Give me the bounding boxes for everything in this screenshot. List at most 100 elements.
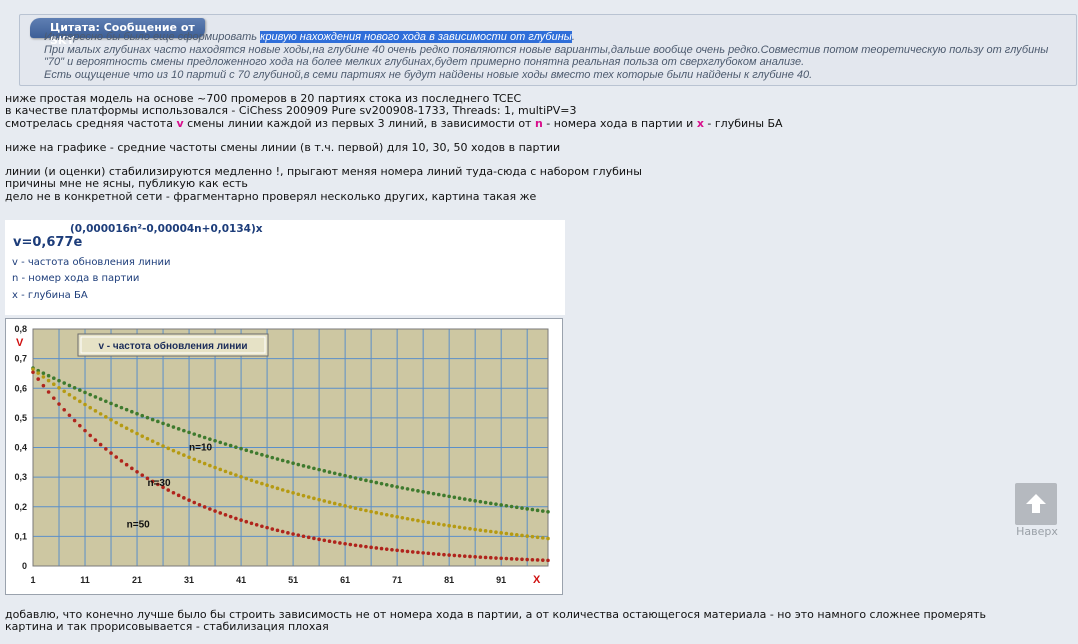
series-n=50-point	[457, 553, 462, 558]
series-n=10-point	[426, 490, 431, 495]
series-n=10-point	[317, 467, 321, 472]
series-n=50-point	[332, 540, 337, 544]
series-n=50-point	[197, 502, 202, 507]
series-n=10-point	[280, 458, 285, 463]
series-n=30-point	[306, 495, 311, 499]
series-n=50-point	[473, 555, 477, 559]
series-n=30-point	[135, 431, 139, 436]
series-n=30-point	[301, 493, 306, 498]
series-n=50-point	[530, 557, 535, 562]
post-body: ниже простая модель на основе ~700 проме…	[5, 92, 1005, 203]
series-n=10-point	[41, 371, 46, 376]
series-n=10-point	[124, 407, 129, 412]
series-n=10-point	[135, 411, 139, 416]
series-n=50-point	[421, 551, 425, 555]
series-n=10-point	[374, 480, 379, 485]
series-n=50-point	[192, 500, 197, 505]
series-n=30-point	[52, 382, 56, 387]
y-tick-label: 0,3	[14, 472, 27, 482]
series-n=30-point	[145, 436, 150, 441]
series-n=50-point	[379, 546, 384, 551]
y-tick-label: 0,2	[14, 502, 27, 512]
series-n=10-point	[468, 498, 472, 502]
series-n=10-point	[176, 427, 181, 431]
formula-def-x: x - глубина БА	[12, 290, 88, 301]
scroll-top-button[interactable]	[1015, 483, 1057, 525]
series-n=10-point	[343, 473, 347, 478]
series-n=30-point	[176, 451, 181, 455]
series-n=10-point	[379, 481, 384, 486]
series-n=30-point	[223, 469, 228, 474]
x-tick-label: 61	[340, 575, 350, 585]
series-n=50-point	[130, 466, 134, 471]
series-n=30-point	[93, 409, 98, 413]
chart-svg: 00,10,20,30,40,50,60,70,81 11 21 31 41 51 61 71…	[14, 324, 550, 586]
series-n=30-point	[171, 448, 176, 453]
series-n=50-point	[499, 556, 503, 561]
series-n=10-point	[431, 491, 436, 496]
series-n=50-point	[405, 549, 410, 554]
series-n=50-point	[343, 541, 347, 546]
series-n=50-point	[187, 498, 191, 503]
quote-line-1-text: Интересно бы было еще сформировать	[44, 31, 261, 43]
series-n=50-point	[462, 554, 467, 558]
series-n=10-point	[540, 509, 545, 513]
series-n=30-point	[218, 467, 223, 472]
series-n=30-point	[478, 528, 483, 532]
series-n=50-point	[182, 496, 186, 500]
series-n=10-point	[530, 507, 535, 512]
series-n=10-point	[98, 397, 103, 401]
series-n=30-point	[364, 508, 368, 513]
series-n=10-point	[322, 469, 327, 473]
series-n=50-point	[452, 553, 457, 558]
series-n=30-point	[275, 486, 280, 491]
series-n=10-point	[509, 504, 514, 509]
series-n=50-point	[176, 493, 181, 498]
series-n=50-point	[202, 505, 207, 509]
chart: 0 0,1 0,2 0,3 0,4 0,5 0,6 0,7 0,8 1 11 21 31 41 51 61 71…	[5, 318, 563, 595]
series-n=50-point	[270, 527, 275, 531]
series-n=30-point	[317, 497, 321, 502]
series-n=10-point	[520, 506, 524, 510]
series-n=50-point	[93, 438, 98, 442]
series-n=30-point	[265, 483, 269, 488]
series-n=30-point	[426, 520, 431, 525]
series-n=10-point	[358, 477, 363, 481]
post-paragraph: смотрелась средняя частота v смены линии…	[5, 116, 1005, 130]
series-n=30-point	[98, 412, 103, 416]
series-n=10-point	[384, 482, 389, 487]
series-n=30-point	[41, 375, 46, 379]
series-n=50-point	[358, 544, 363, 548]
quote-text: Интересно бы было еще сформировать криву…	[44, 31, 1074, 81]
post-text: - номера хода в партии и	[542, 116, 697, 130]
series-n=30-point	[46, 378, 51, 383]
series-n=50-point	[483, 555, 488, 560]
series-n=10-point	[166, 423, 171, 428]
x-axis-label: X	[533, 574, 541, 586]
series-n=50-point	[400, 549, 405, 553]
series-n=50-point	[306, 535, 311, 540]
series-n=50-point	[124, 462, 129, 467]
series-n=30-point	[390, 514, 394, 518]
series-n=50-point	[88, 433, 93, 438]
series-n=50-point	[223, 513, 228, 517]
series-n=30-point	[156, 441, 160, 446]
series-n=30-point	[546, 536, 550, 541]
series-n=50-point	[504, 556, 509, 561]
quote-line-4: Есть ощущение что из 10 партий с 70 глуб…	[44, 68, 813, 81]
scroll-top-label[interactable]: Наверх	[1015, 525, 1059, 538]
series-n=10-point	[150, 417, 155, 422]
series-n=30-point	[374, 510, 379, 515]
formula-exponent: (0,000016n²-0,00004n+0,0134)x	[70, 223, 263, 235]
series-n=50-point	[234, 516, 238, 521]
x-tick-label: 31	[184, 575, 194, 585]
series-n=10-point	[332, 471, 337, 476]
series-n=10-point	[286, 460, 290, 464]
series-n=30-point	[109, 417, 113, 422]
var-v: v	[176, 116, 184, 130]
series-n=10-point	[228, 443, 233, 448]
series-n=30-point	[384, 513, 389, 517]
quote-highlight[interactable]: кривую нахождения нового хода в зависимо…	[260, 31, 572, 43]
arrow-up-icon	[1026, 494, 1046, 513]
series-n=10-point	[213, 439, 217, 443]
